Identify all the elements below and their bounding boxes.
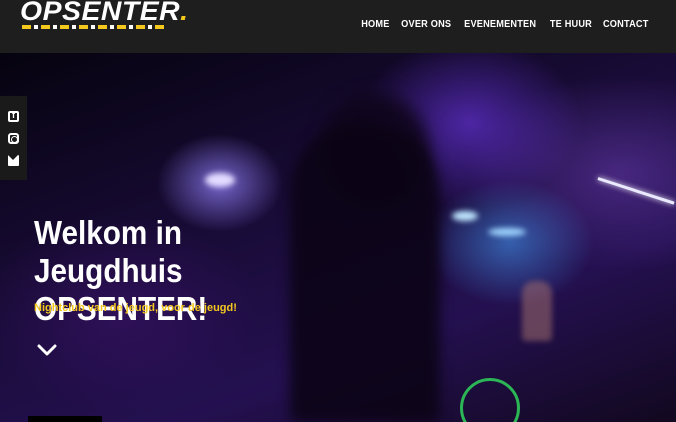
nav-evenementen[interactable]: EVENEMENTEN	[464, 19, 536, 30]
hero-subtitle: Nightclub van de jeugd, voor de jeugd!	[34, 302, 237, 314]
green-neon-sign	[460, 378, 520, 422]
envelope-icon[interactable]	[8, 155, 19, 166]
dj-figure	[522, 281, 552, 341]
nav-home[interactable]: HOME	[361, 19, 389, 30]
stage-light	[452, 211, 478, 221]
logo-text: OPSENTER.	[20, 0, 189, 26]
logo-underline	[22, 25, 167, 29]
nav-te-huur[interactable]: TE HUUR	[549, 19, 591, 30]
chevron-down-icon[interactable]	[37, 344, 57, 356]
bottom-tab	[28, 416, 102, 422]
nav-over-ons[interactable]: OVER ONS	[401, 19, 451, 30]
facebook-icon[interactable]	[8, 110, 19, 122]
light-beam	[597, 177, 675, 205]
stage-light	[488, 228, 526, 236]
instagram-icon[interactable]	[8, 133, 19, 144]
nav-contact[interactable]: CONTACT	[603, 19, 649, 30]
site-header: OPSENTER. HOME OVER ONS EVENEMENTEN TE H…	[0, 0, 676, 53]
stage-light	[205, 173, 235, 187]
main-nav: HOME OVER ONS EVENEMENTEN TE HUUR CONTAC…	[360, 19, 651, 30]
social-sidebar	[0, 96, 27, 180]
hero-title-line1: Welkom in Jeugdhuis	[34, 214, 183, 289]
